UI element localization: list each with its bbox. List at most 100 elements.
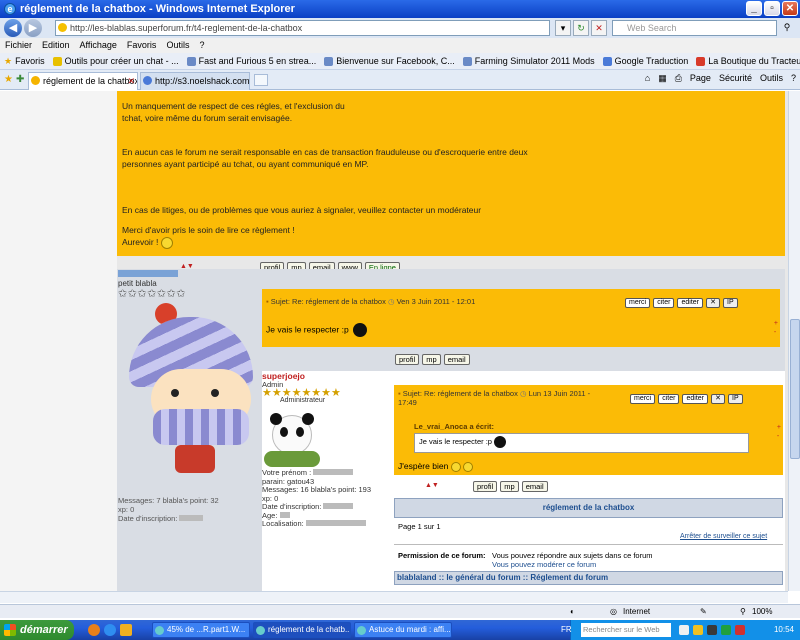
- favorite-link[interactable]: Farming Simulator 2011 Mods: [462, 56, 595, 66]
- vote-icons[interactable]: + -: [777, 423, 781, 441]
- favorite-link[interactable]: Bienvenue sur Facebook, C...: [324, 56, 455, 66]
- start-button[interactable]: démarrer: [0, 620, 74, 640]
- post-1-stats: Messages: 7 blabla's point: 32 xp: 0 Dat…: [118, 496, 219, 523]
- tools-menu[interactable]: Outils: [760, 73, 783, 84]
- page-count: Page 1 sur 1: [398, 522, 441, 531]
- refresh-icon[interactable]: ↻: [573, 20, 589, 36]
- tray-icon[interactable]: [707, 625, 717, 635]
- stop-icon[interactable]: ✕: [591, 20, 607, 36]
- folder-icon[interactable]: [120, 624, 132, 636]
- rules-post: Un manquement de respect de ces régles, …: [117, 91, 785, 256]
- close-window-button[interactable]: ✕: [782, 1, 798, 16]
- horizontal-scrollbar[interactable]: [0, 591, 788, 603]
- permission-list: Vous pouvez répondre aux sujets dans ce …: [492, 551, 653, 569]
- quote-button[interactable]: citer: [653, 298, 675, 308]
- protected-mode-icon[interactable]: ✎: [700, 605, 707, 618]
- email-button[interactable]: email: [443, 354, 470, 365]
- username-link[interactable]: [118, 270, 178, 277]
- delete-icon[interactable]: ✕: [711, 394, 725, 404]
- menu-edit[interactable]: Edition: [42, 38, 70, 53]
- minimize-button[interactable]: _: [746, 1, 762, 16]
- home-icon[interactable]: ⌂: [645, 73, 650, 84]
- maximize-button[interactable]: ▫: [764, 1, 780, 16]
- print-icon[interactable]: ⎙: [675, 73, 682, 84]
- search-icon[interactable]: ⚲: [779, 20, 795, 36]
- edit-button[interactable]: editer: [677, 298, 703, 308]
- menu-tools[interactable]: Outils: [166, 38, 189, 53]
- new-tab-button[interactable]: [254, 74, 268, 86]
- delete-icon[interactable]: ✕: [706, 298, 720, 308]
- tray-icon[interactable]: [679, 625, 689, 635]
- pm-button[interactable]: mp: [422, 354, 441, 365]
- page-icon: [324, 56, 334, 66]
- ie-quicklaunch-icon[interactable]: [104, 624, 116, 636]
- tray-icon[interactable]: [693, 625, 703, 635]
- dropdown-arrow-icon[interactable]: ▾: [555, 20, 571, 36]
- vertical-scrollbar[interactable]: [788, 91, 800, 591]
- clock-icon: ◷: [519, 389, 527, 398]
- tractor-icon: [696, 56, 706, 66]
- tray-icon[interactable]: [735, 625, 745, 635]
- rules-text: En cas de litiges, ou de problèmes que v…: [122, 205, 482, 215]
- tab-close-icon[interactable]: ✕: [127, 73, 135, 89]
- internet-zone-icon: ◎: [610, 607, 617, 616]
- stop-watching-link[interactable]: Arrêter de surveiller ce sujet: [680, 533, 767, 540]
- ip-icon[interactable]: IP: [723, 298, 738, 308]
- menu-view[interactable]: Affichage: [80, 38, 117, 53]
- profile-button[interactable]: profil: [395, 354, 420, 365]
- quote-button[interactable]: citer: [658, 394, 680, 404]
- zoom-level[interactable]: 100%: [752, 605, 772, 618]
- wave-smiley-icon: [160, 236, 173, 249]
- security-menu[interactable]: Sécurité: [719, 73, 752, 84]
- site-favicon-icon: [31, 76, 40, 85]
- page-content: Un manquement de respect de ces régles, …: [0, 91, 788, 591]
- email-button[interactable]: email: [521, 481, 548, 492]
- page-icon: [143, 76, 152, 85]
- post-2-footer-buttons: profil mp email: [473, 480, 551, 492]
- favorite-link[interactable]: Google Traduction: [602, 56, 688, 66]
- help-icon[interactable]: ?: [791, 73, 796, 84]
- favorite-link[interactable]: Fast and Furious 5 en strea...: [186, 56, 316, 66]
- taskbar: démarrer 45% de ...R.part1.W... réglemen…: [0, 620, 800, 640]
- tray-icon[interactable]: [721, 625, 731, 635]
- page-icon: [186, 56, 196, 66]
- taskbar-item[interactable]: Astuce du mardi : affi...: [354, 622, 452, 638]
- vote-icons[interactable]: + -: [774, 319, 778, 337]
- thanks-button[interactable]: merci: [630, 394, 656, 404]
- language-indicator[interactable]: FR: [561, 620, 572, 640]
- web-search-input[interactable]: Web Search: [612, 20, 777, 36]
- scrollbar-thumb[interactable]: [790, 319, 800, 459]
- ip-icon[interactable]: IP: [728, 394, 743, 404]
- favorite-link[interactable]: La Boutique du Tracteur Ve...: [696, 56, 800, 66]
- tab-inactive[interactable]: http://s3.noelshack.com/upl...: [140, 72, 250, 90]
- rss-icon[interactable]: ▦: [658, 73, 667, 84]
- url-input[interactable]: http://les-blablas.superforum.fr/t4-regl…: [55, 20, 550, 36]
- favorites-star-icon[interactable]: ★: [4, 74, 13, 85]
- tab-active[interactable]: réglement de la chatbox ✕: [28, 72, 138, 90]
- thanks-button[interactable]: merci: [625, 298, 651, 308]
- zoom-icon[interactable]: ⚲: [740, 605, 746, 618]
- clock[interactable]: 10:54: [774, 620, 794, 640]
- menu-file[interactable]: Fichier: [5, 38, 32, 53]
- taskbar-item[interactable]: 45% de ...R.part1.W...: [152, 622, 250, 638]
- tray-search-input[interactable]: Rechercher sur le Web: [581, 623, 671, 637]
- afro-smiley-icon: [353, 323, 368, 337]
- add-favorite-icon[interactable]: ✚: [16, 74, 24, 85]
- edit-button[interactable]: editer: [682, 394, 708, 404]
- taskbar-item-active[interactable]: réglement de la chatb...: [253, 622, 351, 638]
- forward-button[interactable]: ▶: [24, 19, 42, 37]
- user-rank: Administrateur: [280, 397, 326, 404]
- firefox-icon[interactable]: [88, 624, 100, 636]
- favorite-link[interactable]: Outils pour créer un chat - ...: [52, 56, 179, 66]
- menu-help[interactable]: ?: [199, 38, 204, 53]
- scroll-up-down-icon[interactable]: ▲▼: [425, 482, 439, 489]
- breadcrumb[interactable]: blablaland :: le général du forum :: Rég…: [394, 571, 783, 585]
- profile-button[interactable]: profil: [473, 481, 498, 492]
- page-menu[interactable]: Page: [690, 73, 711, 84]
- menu-favorites[interactable]: Favoris: [127, 38, 157, 53]
- post-1-actions: merci citer editer ✕ IP: [625, 295, 738, 308]
- post-1-profile: petit blabla ✩✩✩✩✩✩✩ Messages: 7 blabla'…: [117, 269, 262, 591]
- favorites-button[interactable]: ★ Favoris: [4, 56, 45, 67]
- back-button[interactable]: ◀: [4, 19, 22, 37]
- pm-button[interactable]: mp: [500, 481, 519, 492]
